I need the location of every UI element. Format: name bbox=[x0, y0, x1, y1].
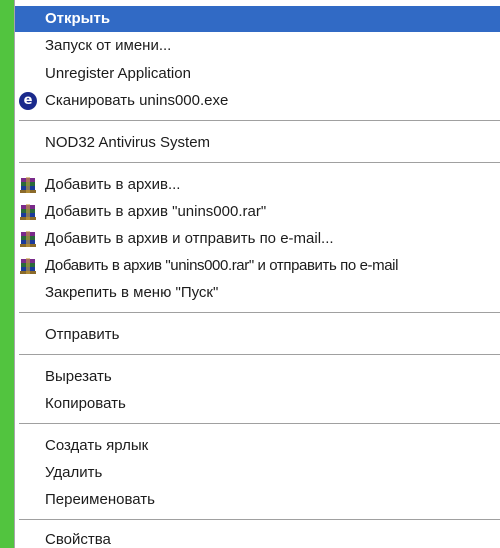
menu-item-label: Запуск от имени... bbox=[45, 37, 172, 54]
menu-item-label: Удалить bbox=[45, 464, 103, 481]
menu-item-label: Закрепить в меню "Пуск" bbox=[45, 284, 219, 301]
menu-item-pin-to-start[interactable]: Закрепить в меню "Пуск" bbox=[15, 280, 500, 306]
menu-item-add-to-rar[interactable]: Добавить в архив "unins000.rar" bbox=[15, 199, 500, 225]
menu-item-label: Сканировать unins000.exe bbox=[45, 92, 229, 109]
menu-item-send-to[interactable]: Отправить bbox=[15, 322, 500, 348]
menu-item-add-to-rar-email[interactable]: Добавить в архив "unins000.rar" и отправ… bbox=[15, 253, 500, 279]
menu-item-properties[interactable]: Свойства bbox=[15, 527, 500, 548]
winrar-icon bbox=[19, 230, 37, 248]
menu-item-label: Создать ярлык bbox=[45, 437, 149, 454]
menu-item-cut[interactable]: Вырезать bbox=[15, 364, 500, 390]
context-menu: Открыть Запуск от имени... Unregister Ap… bbox=[14, 0, 500, 548]
menu-item-scan-file[interactable]: e Сканировать unins000.exe bbox=[15, 88, 500, 114]
menu-item-label: Добавить в архив "unins000.rar" bbox=[45, 203, 267, 220]
menu-separator bbox=[19, 162, 500, 164]
menu-separator bbox=[19, 312, 500, 314]
menu-item-create-shortcut[interactable]: Создать ярлык bbox=[15, 433, 500, 459]
menu-separator bbox=[19, 423, 500, 425]
menu-item-run-as[interactable]: Запуск от имени... bbox=[15, 33, 500, 59]
winrar-icon bbox=[19, 257, 37, 275]
menu-item-label: Свойства bbox=[45, 531, 111, 548]
winrar-icon bbox=[19, 176, 37, 194]
menu-item-label: Переименовать bbox=[45, 491, 155, 508]
menu-item-label: Добавить в архив и отправить по e-mail..… bbox=[45, 230, 334, 247]
menu-item-label: Открыть bbox=[45, 10, 111, 27]
menu-item-label: Вырезать bbox=[45, 368, 112, 385]
menu-item-nod32[interactable]: NOD32 Antivirus System bbox=[15, 130, 500, 156]
menu-item-label: Добавить в архив... bbox=[45, 176, 181, 193]
menu-item-unregister-application[interactable]: Unregister Application bbox=[15, 61, 500, 87]
menu-item-open[interactable]: Открыть bbox=[15, 6, 500, 32]
menu-item-delete[interactable]: Удалить bbox=[15, 460, 500, 486]
menu-item-label: Копировать bbox=[45, 395, 126, 412]
menu-item-label: Добавить в архив "unins000.rar" и отправ… bbox=[45, 257, 399, 274]
eset-scan-icon: e bbox=[19, 92, 37, 110]
winrar-icon bbox=[19, 203, 37, 221]
menu-separator bbox=[19, 519, 500, 521]
menu-separator bbox=[19, 354, 500, 356]
menu-item-rename[interactable]: Переименовать bbox=[15, 487, 500, 513]
menu-item-add-to-archive[interactable]: Добавить в архив... bbox=[15, 172, 500, 198]
menu-item-label: Unregister Application bbox=[45, 65, 191, 82]
menu-item-label: Отправить bbox=[45, 326, 120, 343]
menu-item-add-to-archive-email[interactable]: Добавить в архив и отправить по e-mail..… bbox=[15, 226, 500, 252]
menu-separator bbox=[19, 120, 500, 122]
menu-item-copy[interactable]: Копировать bbox=[15, 391, 500, 417]
menu-item-label: NOD32 Antivirus System bbox=[45, 134, 211, 151]
